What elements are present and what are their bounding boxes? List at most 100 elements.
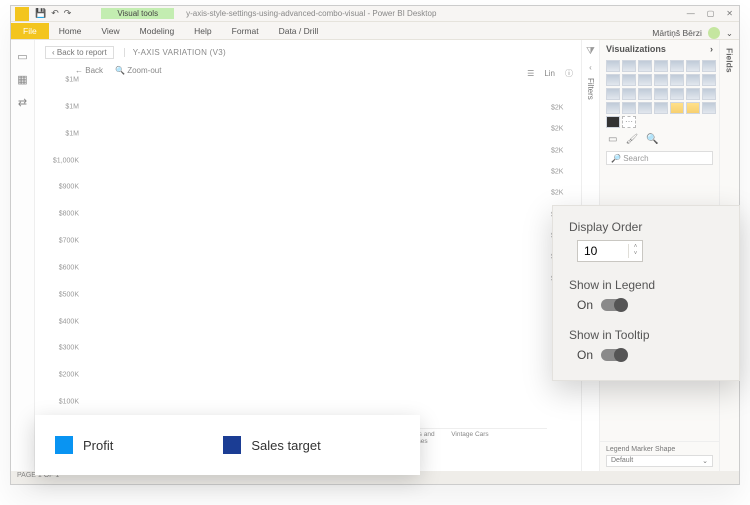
show-in-tooltip-toggle[interactable] [601,349,627,361]
user-account[interactable]: Mārtiņš Bērzi ⌄ [646,27,739,39]
plot-area [85,80,547,429]
show-in-tooltip-label: Show in Tooltip [569,328,723,342]
viz-type-icon[interactable] [606,74,620,86]
toggle-state: On [577,348,593,362]
viz-type-icon[interactable] [606,116,620,128]
show-in-legend-label: Show in Legend [569,278,723,292]
window-controls: — ▢ ✕ [687,9,739,18]
tab-help[interactable]: Help [184,23,221,39]
fields-tab-icon[interactable]: ▭ [608,134,617,145]
legend-marker-shape-dropdown[interactable]: Default ⌄ [606,455,713,467]
chevron-down-icon[interactable]: ⌄ [726,28,733,39]
show-in-legend-toggle[interactable] [601,299,627,311]
y-axis-left: $1M$1M$1M$1,000K$900K$800K$700K$600K$500… [45,80,83,429]
quick-access-toolbar: 💾 ↶ ↷ [35,8,71,19]
close-icon[interactable]: ✕ [726,9,733,18]
viz-type-icon[interactable] [686,74,700,86]
info-icon[interactable]: ⓘ [565,68,573,79]
spinner[interactable]: ˄˅ [628,244,642,258]
avatar [708,27,720,39]
legend-swatch [55,436,73,454]
titlebar: 💾 ↶ ↷ Visual tools y-axis-style-settings… [11,6,739,22]
x-tick-label: Vintage Cars [444,429,495,451]
tab-view[interactable]: View [91,23,129,39]
combo-chart: $1M$1M$1M$1,000K$900K$800K$700K$600K$500… [45,80,575,451]
chevron-down-icon[interactable]: ˅ [634,251,638,258]
viz-type-icon[interactable] [622,88,636,100]
viz-type-icon[interactable]: ⋯ [622,116,636,128]
lin-label[interactable]: Lin [544,69,555,78]
viz-type-icon[interactable] [686,60,700,72]
viz-type-icon[interactable] [638,88,652,100]
chart-list-icon[interactable]: ☰ [527,69,534,78]
viz-type-icon[interactable] [606,60,620,72]
viz-type-icon[interactable] [654,74,668,86]
maximize-icon[interactable]: ▢ [707,9,715,18]
toggle-state: On [577,298,593,312]
viz-type-icon[interactable] [670,102,684,114]
viz-type-icon[interactable] [686,102,700,114]
viz-type-icon[interactable] [654,102,668,114]
search-input[interactable]: 🔎 Search [606,151,713,165]
viz-type-icon[interactable] [638,74,652,86]
viz-type-icon[interactable] [606,102,620,114]
undo-icon[interactable]: ↶ [51,8,59,19]
redo-icon[interactable]: ↷ [64,8,72,19]
viz-type-icon[interactable] [670,60,684,72]
visual-tools-tab[interactable]: Visual tools [101,8,174,19]
chevron-left-icon: ‹ [589,63,592,72]
chevron-down-icon: ⌄ [702,457,708,465]
visualizations-header: Visualizations [606,44,666,54]
viz-type-icon[interactable] [638,102,652,114]
viz-type-icon[interactable] [622,102,636,114]
viz-type-icon[interactable] [622,74,636,86]
chevron-up-icon[interactable]: ˄ [634,244,638,251]
filter-icon: ⧩ [586,46,595,57]
tab-home[interactable]: Home [49,23,92,39]
display-order-label: Display Order [569,220,723,234]
save-icon[interactable]: 💾 [35,8,46,19]
model-view-icon[interactable]: ⇄ [18,96,27,109]
display-order-field[interactable] [578,244,628,258]
viz-type-icon[interactable] [654,88,668,100]
user-name: Mārtiņš Bērzi [652,28,702,38]
chevron-right-icon[interactable]: › [710,44,713,54]
zoom-out-button[interactable]: 🔍 Zoom-out [115,66,161,75]
tab-file[interactable]: File [11,23,49,39]
viz-type-icon[interactable] [654,60,668,72]
viz-type-icon[interactable] [638,60,652,72]
filters-label: Filters [586,78,595,100]
analytics-tab-icon[interactable]: 🔍 [646,134,658,145]
back-to-report-button[interactable]: ‹ Back to report [45,46,114,59]
legend-card: Profit Sales target [35,415,420,475]
viz-type-icon[interactable] [702,74,716,86]
format-tab-icon[interactable]: 🖌 [625,134,638,145]
tab-format[interactable]: Format [222,23,269,39]
legend-marker-shape-value: Default [611,457,633,465]
viz-type-icon[interactable] [622,60,636,72]
report-view-icon[interactable]: ▭ [17,50,27,63]
viz-type-icon[interactable] [670,88,684,100]
x-tick-label [496,429,547,451]
legend-swatch [223,436,241,454]
viz-type-icon[interactable] [670,74,684,86]
viz-type-icon[interactable] [606,88,620,100]
legend-label: Sales target [251,438,320,453]
tab-modeling[interactable]: Modeling [130,23,185,39]
back-to-report-label: Back to report [57,48,107,57]
legend-label: Profit [83,438,113,453]
display-order-input[interactable]: ˄˅ [577,240,643,262]
back-button[interactable]: ← Back [75,66,103,75]
viz-type-icon[interactable] [702,102,716,114]
search-icon: 🔎 [611,154,621,163]
viz-type-icon[interactable] [686,88,700,100]
tab-data-drill[interactable]: Data / Drill [269,23,329,39]
viz-type-icon[interactable] [702,60,716,72]
viz-type-icon[interactable] [702,88,716,100]
app-icon [15,7,29,21]
minimize-icon[interactable]: — [687,9,695,18]
document-title: y-axis-style-settings-using-advanced-com… [186,9,436,18]
breadcrumb: Y-AXIS VARIATION (V3) [124,48,226,57]
data-view-icon[interactable]: ▦ [17,73,27,86]
legend-item-profit: Profit [55,436,113,454]
